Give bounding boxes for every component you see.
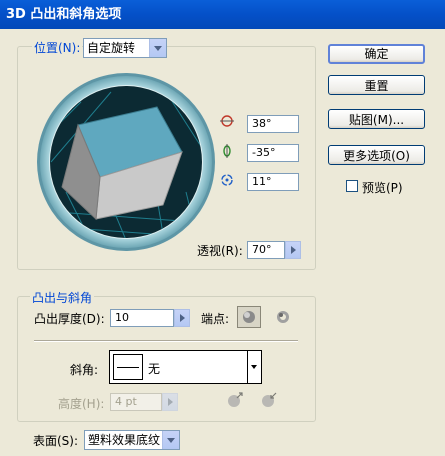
more-options-button[interactable]: 更多选项(O) <box>328 145 425 165</box>
cap-off-button[interactable] <box>271 306 295 328</box>
rotate-y-axis-icon <box>220 144 234 158</box>
ok-button[interactable]: 确定 <box>328 44 425 64</box>
rotation-z-field[interactable]: 11° <box>247 173 299 191</box>
extrude-depth-slider-button[interactable] <box>174 309 190 327</box>
bevel-value: 无 <box>148 362 161 376</box>
preview-label[interactable]: 预览(P) <box>362 179 403 196</box>
bevel-preview <box>113 354 143 380</box>
rotation-track-cube[interactable] <box>36 72 216 252</box>
position-preset-select[interactable]: 自定旋转 <box>83 38 167 58</box>
rotation-y-field[interactable]: -35° <box>247 144 299 162</box>
extrude-divider <box>34 340 298 342</box>
cap-on-button[interactable] <box>237 306 261 328</box>
bevel-select[interactable]: 无 <box>109 350 262 384</box>
chevron-down-icon <box>162 431 179 449</box>
perspective-slider-button[interactable] <box>285 241 301 259</box>
extrude-bevel-section-label: 凸出与斜角 <box>30 289 95 306</box>
extrude-depth-label: 凸出厚度(D): <box>34 312 105 326</box>
preview-checkbox[interactable] <box>346 180 358 192</box>
rotation-x-field[interactable]: 38° <box>247 115 299 133</box>
bevel-height-field[interactable]: 4 pt <box>110 393 162 411</box>
chevron-down-icon <box>247 351 261 383</box>
extrude-depth-field[interactable]: 10 <box>110 309 174 327</box>
bevel-height-slider-button[interactable] <box>162 393 178 411</box>
bevel-height-label: 高度(H): <box>58 397 105 411</box>
rotate-x-axis-icon <box>220 114 234 128</box>
bevel-out-icon[interactable] <box>225 390 245 410</box>
dialog-title-bar: 3D 凸出和斜角选项 <box>0 0 445 29</box>
cap-label: 端点: <box>201 312 230 326</box>
rotate-z-axis-icon <box>220 173 234 187</box>
surface-label: 表面(S): <box>33 434 79 448</box>
map-art-button[interactable]: 贴图(M)... <box>328 109 425 129</box>
surface-select[interactable]: 塑料效果底纹 <box>84 430 180 450</box>
perspective-label: 透视(R): <box>197 244 243 258</box>
chevron-down-icon <box>149 39 166 57</box>
dialog-title: 3D 凸出和斜角选项 <box>6 7 122 22</box>
reset-button[interactable]: 重置 <box>328 75 425 95</box>
bevel-in-icon[interactable] <box>259 390 279 410</box>
perspective-field[interactable]: 70° <box>247 241 285 259</box>
position-label: 位置(N): <box>32 39 83 56</box>
bevel-label: 斜角: <box>70 363 99 377</box>
